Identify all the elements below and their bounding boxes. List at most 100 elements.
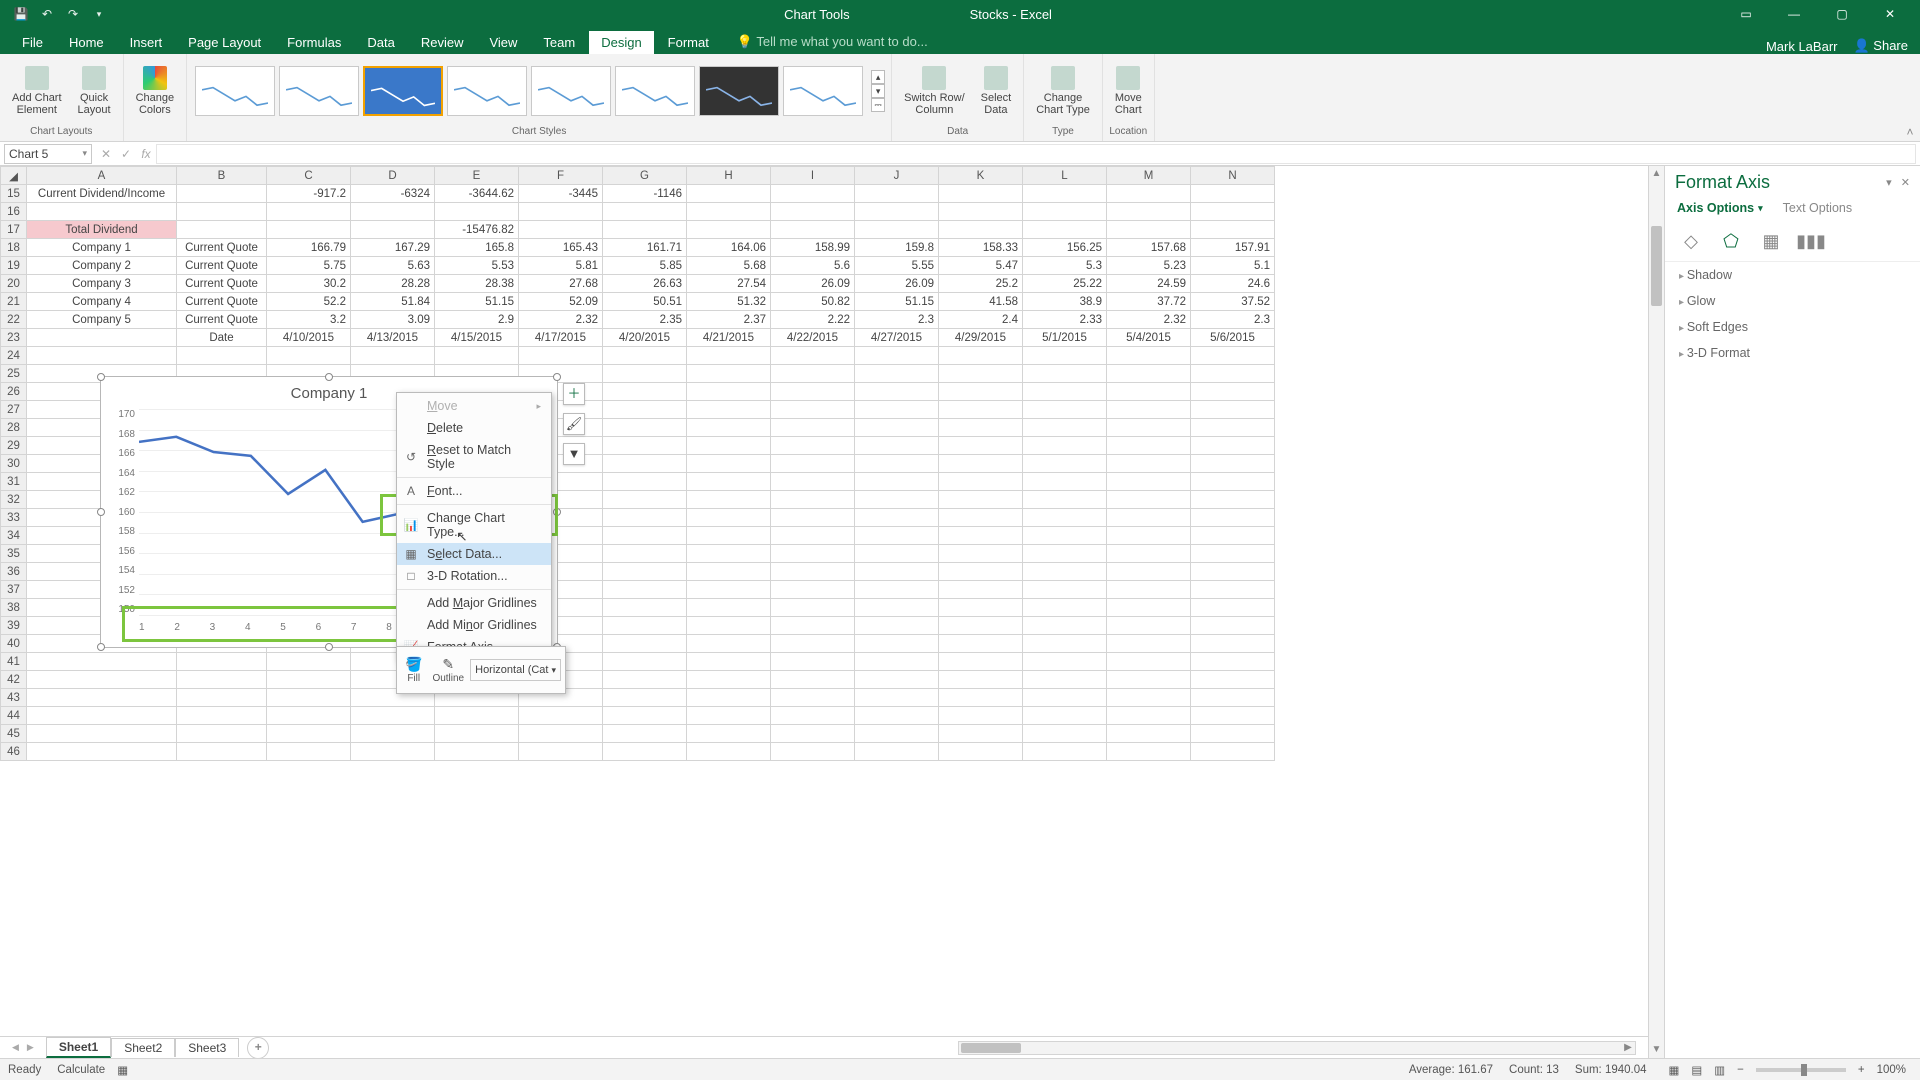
cell-H22[interactable]: 2.37 (687, 311, 771, 329)
row-header-30[interactable]: 30 (1, 455, 27, 473)
cell-F45[interactable] (519, 725, 603, 743)
cell-I45[interactable] (771, 725, 855, 743)
cell-M23[interactable]: 5/4/2015 (1107, 329, 1191, 347)
cell-C43[interactable] (267, 689, 351, 707)
row-header-29[interactable]: 29 (1, 437, 27, 455)
cell-H33[interactable] (687, 509, 771, 527)
cell-G34[interactable] (603, 527, 687, 545)
cell-M35[interactable] (1107, 545, 1191, 563)
cell-G17[interactable] (603, 221, 687, 239)
cell-D20[interactable]: 28.28 (351, 275, 435, 293)
cell-C15[interactable]: -917.2 (267, 185, 351, 203)
cell-D18[interactable]: 167.29 (351, 239, 435, 257)
cell-D44[interactable] (351, 707, 435, 725)
cell-G31[interactable] (603, 473, 687, 491)
cell-J41[interactable] (855, 653, 939, 671)
cell-M28[interactable] (1107, 419, 1191, 437)
cell-J20[interactable]: 26.09 (855, 275, 939, 293)
tab-formulas[interactable]: Formulas (275, 31, 353, 54)
cell-I34[interactable] (771, 527, 855, 545)
cell-E44[interactable] (435, 707, 519, 725)
cell-F19[interactable]: 5.81 (519, 257, 603, 275)
cell-C45[interactable] (267, 725, 351, 743)
cell-L45[interactable] (1023, 725, 1107, 743)
cell-L42[interactable] (1023, 671, 1107, 689)
cell-M34[interactable] (1107, 527, 1191, 545)
cell-G44[interactable] (603, 707, 687, 725)
cell-J28[interactable] (855, 419, 939, 437)
row-header-35[interactable]: 35 (1, 545, 27, 563)
cell-M19[interactable]: 5.23 (1107, 257, 1191, 275)
cell-H40[interactable] (687, 635, 771, 653)
cell-H45[interactable] (687, 725, 771, 743)
enter-formula-icon[interactable]: ✓ (116, 147, 136, 161)
row-header-45[interactable]: 45 (1, 725, 27, 743)
change-colors-button[interactable]: Change Colors (130, 64, 181, 118)
cell-B17[interactable] (177, 221, 267, 239)
cell-N36[interactable] (1191, 563, 1275, 581)
context-menu-item-8[interactable]: Add Minor Gridlines (397, 614, 551, 636)
cell-A22[interactable]: Company 5 (27, 311, 177, 329)
view-page-break-icon[interactable]: ▥ (1708, 1059, 1731, 1081)
cell-M37[interactable] (1107, 581, 1191, 599)
cell-B22[interactable]: Current Quote (177, 311, 267, 329)
cell-I41[interactable] (771, 653, 855, 671)
cell-M39[interactable] (1107, 617, 1191, 635)
chart-filter-icon[interactable]: ▼ (563, 443, 585, 465)
cell-I36[interactable] (771, 563, 855, 581)
chart-style-7[interactable] (699, 66, 779, 116)
cell-H19[interactable]: 5.68 (687, 257, 771, 275)
cell-G25[interactable] (603, 365, 687, 383)
chart-brush-icon[interactable]: 🖌 (563, 413, 585, 435)
cell-D45[interactable] (351, 725, 435, 743)
cell-H20[interactable]: 27.54 (687, 275, 771, 293)
row-header-21[interactable]: 21 (1, 293, 27, 311)
cell-E24[interactable] (435, 347, 519, 365)
cell-N16[interactable] (1191, 203, 1275, 221)
cell-I44[interactable] (771, 707, 855, 725)
row-header-34[interactable]: 34 (1, 527, 27, 545)
cell-D16[interactable] (351, 203, 435, 221)
undo-icon[interactable]: ↶ (38, 5, 56, 23)
cell-J38[interactable] (855, 599, 939, 617)
zoom-slider[interactable] (1756, 1068, 1846, 1072)
cell-M43[interactable] (1107, 689, 1191, 707)
cell-D17[interactable] (351, 221, 435, 239)
cell-K35[interactable] (939, 545, 1023, 563)
cell-N27[interactable] (1191, 401, 1275, 419)
cell-J17[interactable] (855, 221, 939, 239)
cell-H17[interactable] (687, 221, 771, 239)
cell-H15[interactable] (687, 185, 771, 203)
cell-H27[interactable] (687, 401, 771, 419)
cell-A16[interactable] (27, 203, 177, 221)
cell-J37[interactable] (855, 581, 939, 599)
cell-I27[interactable] (771, 401, 855, 419)
cell-I30[interactable] (771, 455, 855, 473)
name-box[interactable]: Chart 5▾ (4, 144, 92, 164)
cell-C44[interactable] (267, 707, 351, 725)
cell-F24[interactable] (519, 347, 603, 365)
cell-N29[interactable] (1191, 437, 1275, 455)
redo-icon[interactable]: ↷ (64, 5, 82, 23)
cell-L24[interactable] (1023, 347, 1107, 365)
col-header-D[interactable]: D (351, 167, 435, 185)
cell-K17[interactable] (939, 221, 1023, 239)
cell-K20[interactable]: 25.2 (939, 275, 1023, 293)
cell-H26[interactable] (687, 383, 771, 401)
row-header-25[interactable]: 25 (1, 365, 27, 383)
cell-N38[interactable] (1191, 599, 1275, 617)
row-header-38[interactable]: 38 (1, 599, 27, 617)
row-header-16[interactable]: 16 (1, 203, 27, 221)
row-header-24[interactable]: 24 (1, 347, 27, 365)
cell-K32[interactable] (939, 491, 1023, 509)
cell-N42[interactable] (1191, 671, 1275, 689)
cell-G21[interactable]: 50.51 (603, 293, 687, 311)
section-glow[interactable]: Glow (1665, 288, 1920, 314)
cell-H31[interactable] (687, 473, 771, 491)
cell-H43[interactable] (687, 689, 771, 707)
cell-K25[interactable] (939, 365, 1023, 383)
cell-E20[interactable]: 28.38 (435, 275, 519, 293)
quick-layout-button[interactable]: Quick Layout (72, 64, 117, 118)
tab-team[interactable]: Team (531, 31, 587, 54)
switch-row-column-button[interactable]: Switch Row/ Column (898, 64, 971, 118)
